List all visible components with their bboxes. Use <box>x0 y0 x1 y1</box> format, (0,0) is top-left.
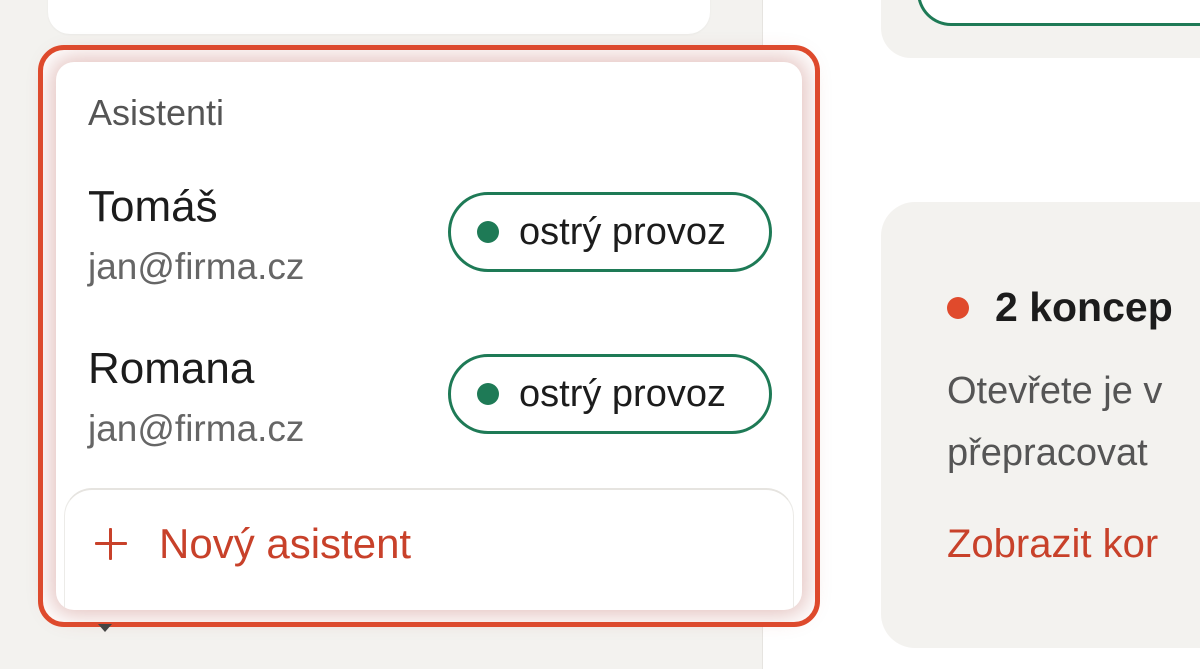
new-assistant-label: Nový asistent <box>159 520 412 567</box>
assistant-item-tomas[interactable]: Tomáš jan@firma.cz ostrý provoz <box>88 182 772 292</box>
drafts-description-line-2: přepracovat <box>947 432 1148 474</box>
assistant-email: jan@firma.cz <box>88 408 305 449</box>
drafts-card: 2 koncep Otevřete je v přepracovat Zobra… <box>881 202 1200 648</box>
status-dot-icon <box>477 383 499 405</box>
chevron-down-icon <box>98 624 112 632</box>
sidebar-top-card[interactable] <box>48 0 710 34</box>
assistants-heading: Asistenti <box>88 92 225 133</box>
status-label: ostrý provoz <box>519 372 726 415</box>
status-badge: ostrý provoz <box>448 192 772 272</box>
drafts-description: Otevřete je v přepracovat <box>947 360 1200 484</box>
drafts-description-line-1: Otevřete je v <box>947 370 1163 412</box>
app-page: 2 koncep Otevřete je v přepracovat Zobra… <box>0 0 1200 669</box>
assistant-name: Romana <box>88 344 255 393</box>
main-top-button[interactable] <box>917 0 1200 26</box>
drafts-title-row: 2 koncep <box>947 284 1173 331</box>
new-assistant-button[interactable]: Nový asistent <box>64 488 794 610</box>
main-top-card <box>881 0 1200 58</box>
status-dot-icon <box>477 221 499 243</box>
status-badge: ostrý provoz <box>448 354 772 434</box>
main-content: 2 koncep Otevřete je v přepracovat Zobra… <box>763 0 1200 669</box>
alert-dot-icon <box>947 296 969 319</box>
assistant-item-romana[interactable]: Romana jan@firma.cz ostrý provoz <box>88 344 772 454</box>
plus-icon <box>95 528 127 560</box>
assistant-name: Tomáš <box>88 182 218 231</box>
assistant-email: jan@firma.cz <box>88 246 305 287</box>
assistants-popover: Asistenti Tomáš jan@firma.cz ostrý provo… <box>56 62 802 610</box>
show-drafts-link[interactable]: Zobrazit kor <box>947 522 1158 567</box>
status-label: ostrý provoz <box>519 210 726 253</box>
drafts-title: 2 koncep <box>995 284 1173 330</box>
